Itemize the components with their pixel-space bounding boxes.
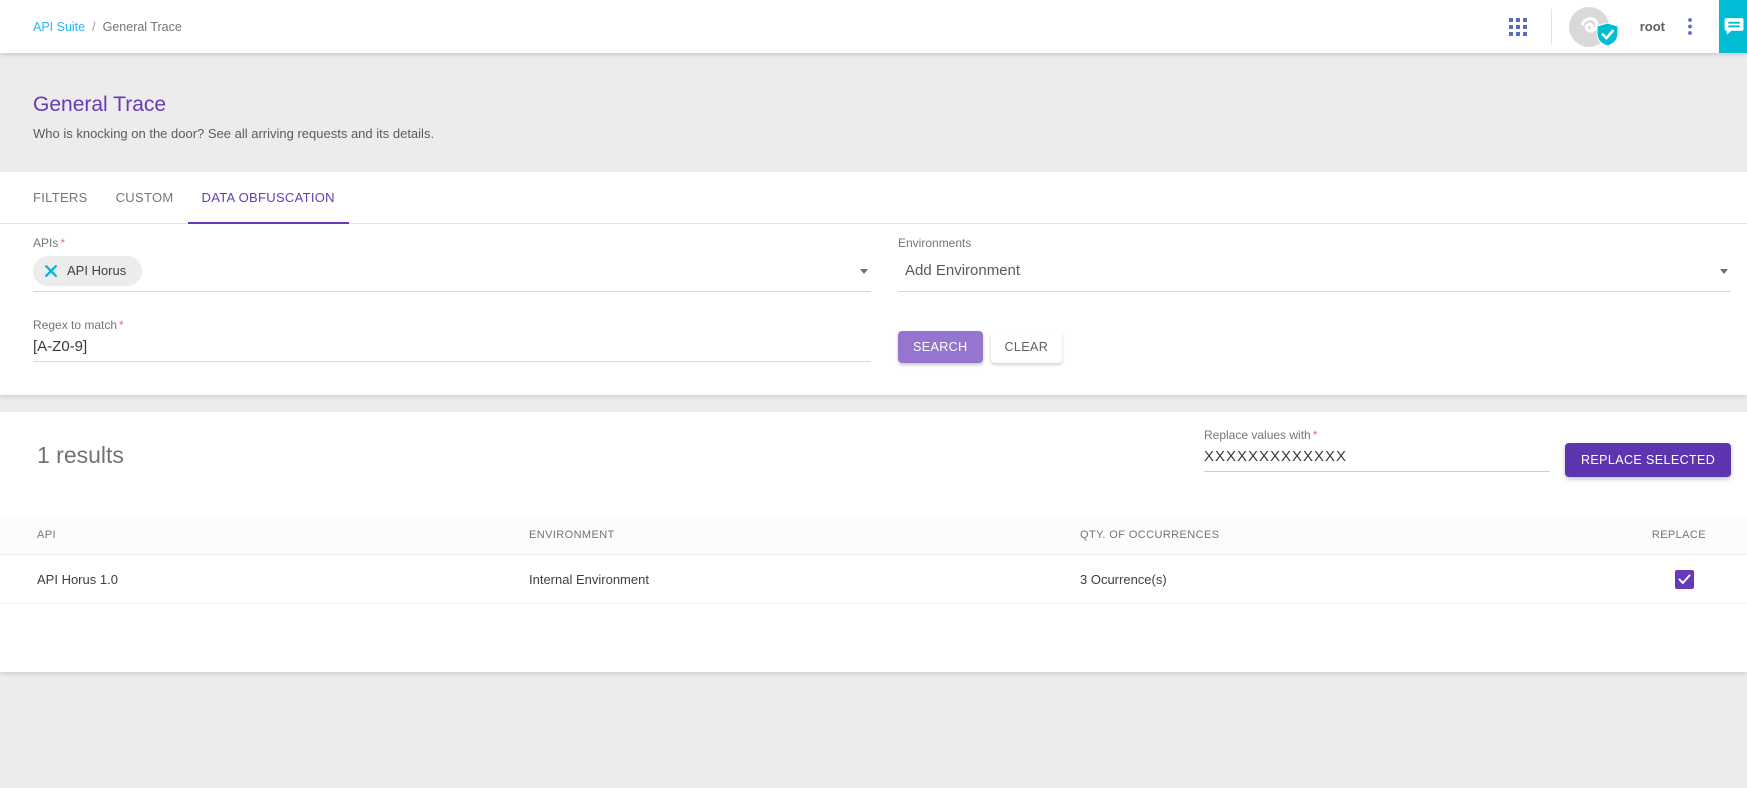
results-card: 1 results Replace values with* XXXXXXXXX…: [0, 412, 1747, 672]
required-asterisk: *: [1313, 428, 1318, 442]
cell-replace: [1546, 570, 1706, 589]
regex-value: [A-Z0-9]: [33, 338, 87, 355]
regex-field: Regex to match* [A-Z0-9]: [33, 318, 871, 362]
replace-values-input[interactable]: XXXXXXXXXXXXX: [1204, 442, 1550, 472]
breadcrumb-separator: /: [92, 20, 95, 34]
apis-select[interactable]: API Horus: [33, 250, 871, 292]
environments-select[interactable]: Add Environment: [898, 250, 1731, 292]
topbar-right-cluster: root: [1509, 0, 1747, 53]
kebab-menu-icon[interactable]: [1682, 14, 1698, 39]
table-header-environment: ENVIRONMENT: [529, 529, 1080, 541]
cell-api: API Horus 1.0: [37, 572, 529, 587]
filter-card: FILTERS CUSTOM DATA OBFUSCATION APIs* AP…: [0, 172, 1747, 395]
environments-placeholder: Add Environment: [898, 262, 1020, 279]
api-chip[interactable]: API Horus: [33, 256, 142, 286]
apps-grid-icon[interactable]: [1509, 18, 1527, 36]
required-asterisk: *: [119, 318, 124, 332]
results-count: 1 results: [37, 442, 124, 469]
replace-checkbox[interactable]: [1675, 570, 1694, 589]
replace-values-field: Replace values with* XXXXXXXXXXXXX: [1204, 428, 1550, 472]
chip-remove-icon[interactable]: [44, 264, 58, 278]
apis-label: APIs*: [33, 236, 871, 250]
page-subtitle: Who is knocking on the door? See all arr…: [33, 126, 1747, 141]
chevron-down-icon[interactable]: [860, 269, 868, 274]
apis-field: APIs* API Horus: [33, 236, 871, 292]
tab-custom[interactable]: CUSTOM: [102, 172, 188, 223]
chip-label: API Horus: [67, 263, 126, 278]
page-header: General Trace Who is knocking on the doo…: [0, 53, 1747, 172]
tab-data-obfuscation[interactable]: DATA OBFUSCATION: [188, 172, 349, 223]
breadcrumb-current: General Trace: [103, 20, 182, 34]
chevron-down-icon[interactable]: [1720, 269, 1728, 274]
replace-values-value: XXXXXXXXXXXXX: [1204, 448, 1347, 465]
clear-button[interactable]: CLEAR: [991, 331, 1063, 363]
replace-selected-button[interactable]: REPLACE SELECTED: [1565, 443, 1731, 477]
results-table: API ENVIRONMENT QTY. OF OCCURRENCES REPL…: [0, 515, 1747, 604]
environments-label: Environments: [898, 236, 1731, 250]
topbar-divider: [1551, 9, 1552, 45]
table-header-api: API: [37, 529, 529, 541]
replace-values-label: Replace values with*: [1204, 428, 1550, 442]
table-row: API Horus 1.0 Internal Environment 3 Ocu…: [0, 555, 1747, 604]
verified-shield-icon: [1597, 23, 1618, 51]
regex-label: Regex to match*: [33, 318, 871, 332]
username-label: root: [1640, 19, 1665, 34]
breadcrumb: API Suite / General Trace: [33, 20, 182, 34]
table-header-row: API ENVIRONMENT QTY. OF OCCURRENCES REPL…: [0, 515, 1747, 555]
search-button[interactable]: SEARCH: [898, 331, 983, 363]
cell-environment: Internal Environment: [529, 572, 1080, 587]
table-header-occurrences: QTY. OF OCCURRENCES: [1080, 529, 1546, 541]
feedback-chat-button[interactable]: [1719, 0, 1747, 53]
table-header-replace: REPLACE: [1546, 529, 1706, 541]
topbar: API Suite / General Trace roo: [0, 0, 1747, 53]
filter-actions: SEARCH CLEAR: [898, 331, 1062, 363]
required-asterisk: *: [60, 236, 65, 250]
regex-input[interactable]: [A-Z0-9]: [33, 332, 871, 362]
cell-occurrences: 3 Ocurrence(s): [1080, 572, 1546, 587]
tab-filters[interactable]: FILTERS: [19, 172, 102, 223]
tab-bar: FILTERS CUSTOM DATA OBFUSCATION: [0, 172, 1747, 224]
environments-field: Environments Add Environment: [898, 236, 1731, 292]
avatar[interactable]: [1569, 7, 1609, 47]
page-title: General Trace: [33, 93, 1747, 117]
breadcrumb-link-api-suite[interactable]: API Suite: [33, 20, 85, 34]
